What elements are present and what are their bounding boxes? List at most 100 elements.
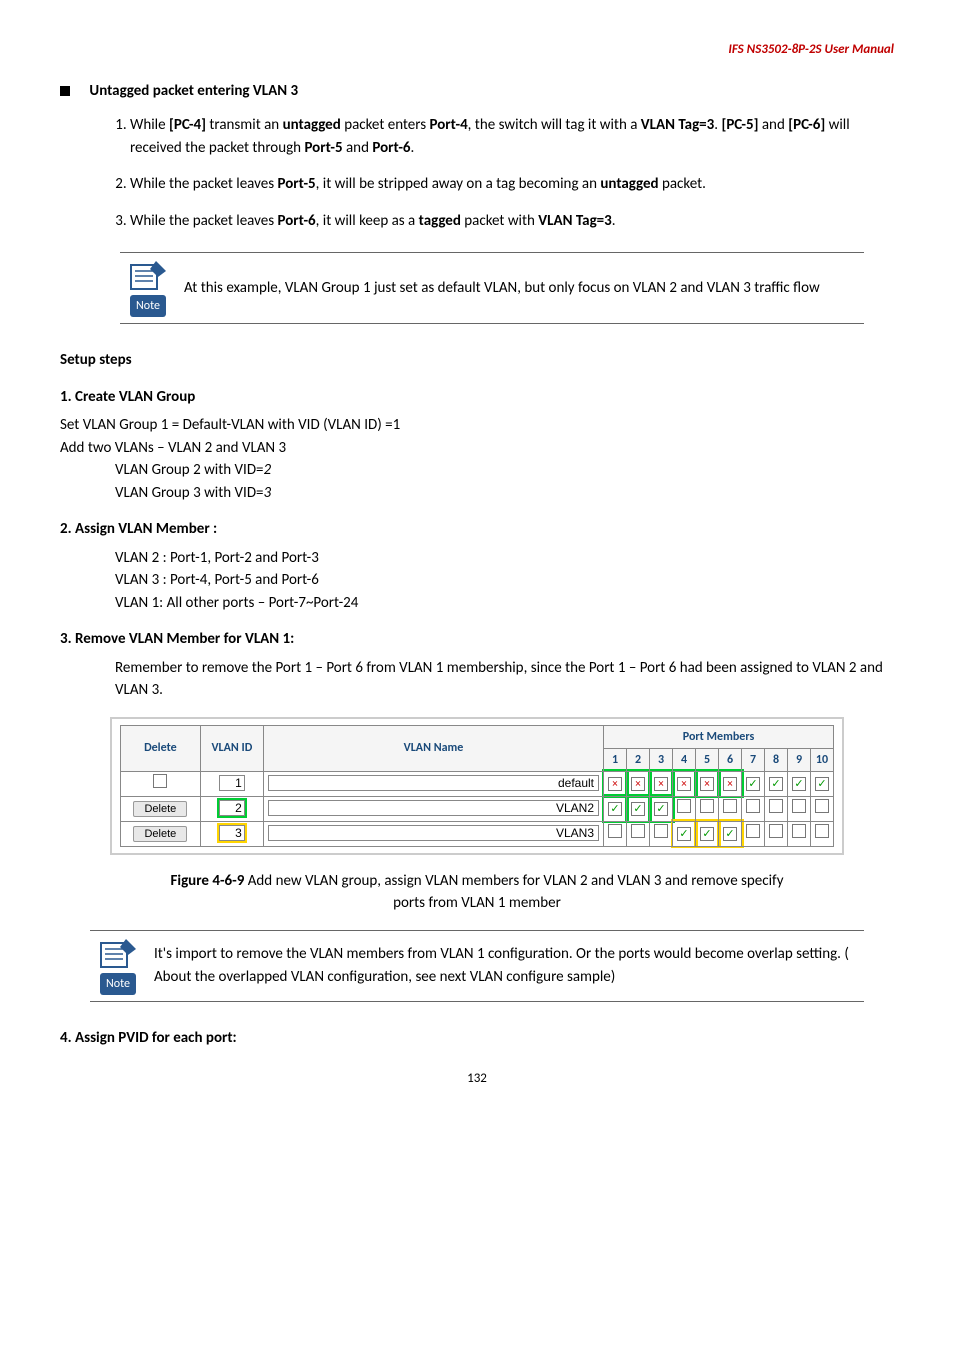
member-cell[interactable]: ✓	[765, 771, 788, 796]
note-label: Note	[130, 295, 166, 317]
member-cell[interactable]	[811, 796, 834, 821]
body-text: Set VLAN Group 1 = Default-VLAN with VID…	[60, 414, 894, 437]
vlanname-cell[interactable]	[264, 821, 604, 846]
note-box: Note It's import to remove the VLAN memb…	[90, 930, 864, 1002]
checkbox-icon[interactable]	[746, 799, 760, 813]
vlanid-input[interactable]	[219, 800, 245, 816]
checkbox-icon[interactable]	[815, 824, 829, 838]
member-cell[interactable]: ✓	[742, 771, 765, 796]
port-header: 6	[719, 748, 742, 771]
check-icon[interactable]: ✓	[769, 777, 783, 791]
step-4: 4. Assign PVID for each port:	[60, 1027, 894, 1050]
delete-cell[interactable]: Delete	[121, 821, 201, 846]
check-icon[interactable]: ✓	[815, 777, 829, 791]
member-cell[interactable]: ✓	[719, 821, 742, 846]
page-number: 132	[60, 1069, 894, 1089]
body-text: VLAN Group 2 with VID=2	[115, 459, 894, 482]
check-icon[interactable]: ✓	[654, 802, 668, 816]
vlanid-cell[interactable]	[200, 771, 263, 796]
cross-icon[interactable]: ×	[677, 777, 691, 791]
cross-icon[interactable]: ×	[654, 777, 668, 791]
delete-cell[interactable]: Delete	[121, 796, 201, 821]
col-portmembers: Port Members	[604, 725, 834, 748]
col-vlanid: VLAN ID	[200, 725, 263, 771]
checkbox-icon[interactable]	[153, 774, 167, 788]
checkbox-icon[interactable]	[746, 824, 760, 838]
check-icon[interactable]: ✓	[723, 827, 737, 841]
checkbox-icon[interactable]	[654, 824, 668, 838]
port-header: 4	[673, 748, 696, 771]
checkbox-icon[interactable]	[769, 799, 783, 813]
member-cell[interactable]	[604, 821, 627, 846]
checkbox-icon[interactable]	[792, 824, 806, 838]
checkbox-icon[interactable]	[700, 799, 714, 813]
member-cell[interactable]	[765, 796, 788, 821]
note-label: Note	[100, 973, 136, 995]
delete-button[interactable]: Delete	[133, 826, 187, 842]
vlanname-cell[interactable]	[264, 796, 604, 821]
checkbox-icon[interactable]	[608, 824, 622, 838]
note-icon: Note	[90, 931, 146, 1001]
member-cell[interactable]	[811, 821, 834, 846]
checkbox-icon[interactable]	[792, 799, 806, 813]
cross-icon[interactable]: ×	[700, 777, 714, 791]
member-cell[interactable]	[673, 796, 696, 821]
member-cell[interactable]: ×	[719, 771, 742, 796]
vlanid-input[interactable]	[219, 825, 245, 841]
checkbox-icon[interactable]	[723, 799, 737, 813]
body-text: VLAN Group 3 with VID=3	[115, 482, 894, 505]
bullet-icon	[60, 86, 70, 96]
member-cell[interactable]: ✓	[604, 796, 627, 821]
member-cell[interactable]: ×	[696, 771, 719, 796]
vlanid-cell[interactable]	[200, 821, 263, 846]
vlanid-input[interactable]	[219, 775, 245, 791]
member-cell[interactable]: ✓	[650, 796, 673, 821]
note-icon: Note	[120, 253, 176, 323]
member-cell[interactable]	[765, 821, 788, 846]
member-cell[interactable]: ✓	[673, 821, 696, 846]
member-cell[interactable]	[788, 821, 811, 846]
body-text: Add two VLANs – VLAN 2 and VLAN 3	[60, 437, 894, 460]
member-cell[interactable]: ×	[604, 771, 627, 796]
vlanname-input[interactable]	[268, 825, 599, 841]
member-cell[interactable]	[742, 821, 765, 846]
delete-button[interactable]: Delete	[133, 801, 187, 817]
member-cell[interactable]: ✓	[627, 796, 650, 821]
member-cell[interactable]	[742, 796, 765, 821]
vlanname-cell[interactable]	[264, 771, 604, 796]
member-cell[interactable]: ×	[673, 771, 696, 796]
member-cell[interactable]	[696, 796, 719, 821]
checkbox-icon[interactable]	[677, 799, 691, 813]
caption-a: Add new VLAN group, assign VLAN members …	[248, 872, 784, 890]
cross-icon[interactable]: ×	[608, 777, 622, 791]
member-cell[interactable]: ✓	[696, 821, 719, 846]
member-cell[interactable]	[627, 821, 650, 846]
check-icon[interactable]: ✓	[677, 827, 691, 841]
member-cell[interactable]: ✓	[788, 771, 811, 796]
cross-icon[interactable]: ×	[723, 777, 737, 791]
check-icon[interactable]: ✓	[608, 802, 622, 816]
member-cell[interactable]: ×	[650, 771, 673, 796]
check-icon[interactable]: ✓	[631, 802, 645, 816]
body-text: Remember to remove the Port 1 – Port 6 f…	[115, 657, 894, 702]
note-text: It's import to remove the VLAN members f…	[146, 931, 864, 1001]
table-row: × × × × × × ✓ ✓ ✓ ✓	[121, 771, 834, 796]
check-icon[interactable]: ✓	[746, 777, 760, 791]
delete-cell[interactable]	[121, 771, 201, 796]
setup-heading: Setup steps	[60, 349, 894, 372]
check-icon[interactable]: ✓	[792, 777, 806, 791]
member-cell[interactable]: ×	[627, 771, 650, 796]
checkbox-icon[interactable]	[815, 799, 829, 813]
member-cell[interactable]: ✓	[811, 771, 834, 796]
member-cell[interactable]	[650, 821, 673, 846]
member-cell[interactable]	[788, 796, 811, 821]
vlanname-input[interactable]	[268, 800, 599, 816]
checkbox-icon[interactable]	[769, 824, 783, 838]
cross-icon[interactable]: ×	[631, 777, 645, 791]
member-cell[interactable]	[719, 796, 742, 821]
checkbox-icon[interactable]	[631, 824, 645, 838]
body-text: VLAN 1: All other ports – Port-7~Port-24	[115, 592, 894, 615]
vlanid-cell[interactable]	[200, 796, 263, 821]
check-icon[interactable]: ✓	[700, 827, 714, 841]
vlanname-input[interactable]	[268, 775, 599, 791]
